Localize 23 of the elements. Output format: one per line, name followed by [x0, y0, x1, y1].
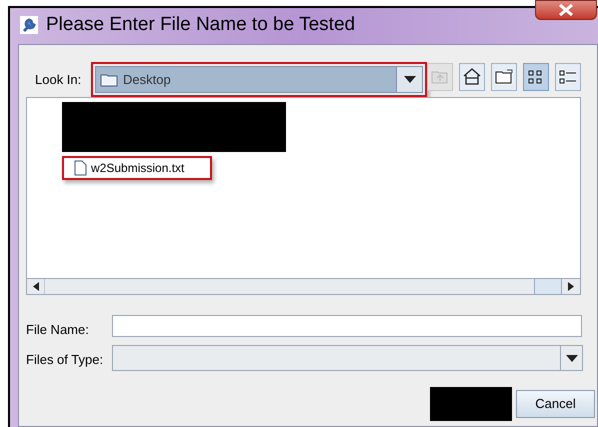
look-in-dropdown[interactable]: Desktop: [95, 66, 423, 93]
cancel-button[interactable]: Cancel: [516, 390, 595, 418]
list-view-button[interactable]: [523, 63, 549, 91]
file-item[interactable]: w2Submission.txt: [74, 159, 202, 177]
file-name-label: File Name:: [26, 321, 89, 339]
dropdown-arrow-icon: [404, 76, 416, 83]
scroll-right-icon[interactable]: [568, 282, 574, 291]
horizontal-scrollbar[interactable]: [27, 278, 580, 294]
file-name-field[interactable]: [112, 315, 582, 337]
home-button[interactable]: [459, 63, 485, 91]
close-button[interactable]: [535, 0, 597, 20]
wrench-icon: [20, 16, 38, 34]
document-icon: [74, 160, 87, 176]
look-in-label: Look In:: [35, 70, 82, 89]
details-view-button[interactable]: [555, 63, 581, 91]
close-icon: [558, 4, 574, 16]
files-of-type-label: Files of Type:: [26, 351, 104, 369]
dropdown-arrow-icon: [566, 354, 578, 362]
scroll-left-icon[interactable]: [32, 282, 38, 291]
scroll-thumb[interactable]: [534, 279, 562, 294]
window-title: Please Enter File Name to be Tested: [46, 12, 356, 37]
new-folder-button[interactable]: [491, 63, 517, 91]
folder-icon: [100, 72, 118, 86]
